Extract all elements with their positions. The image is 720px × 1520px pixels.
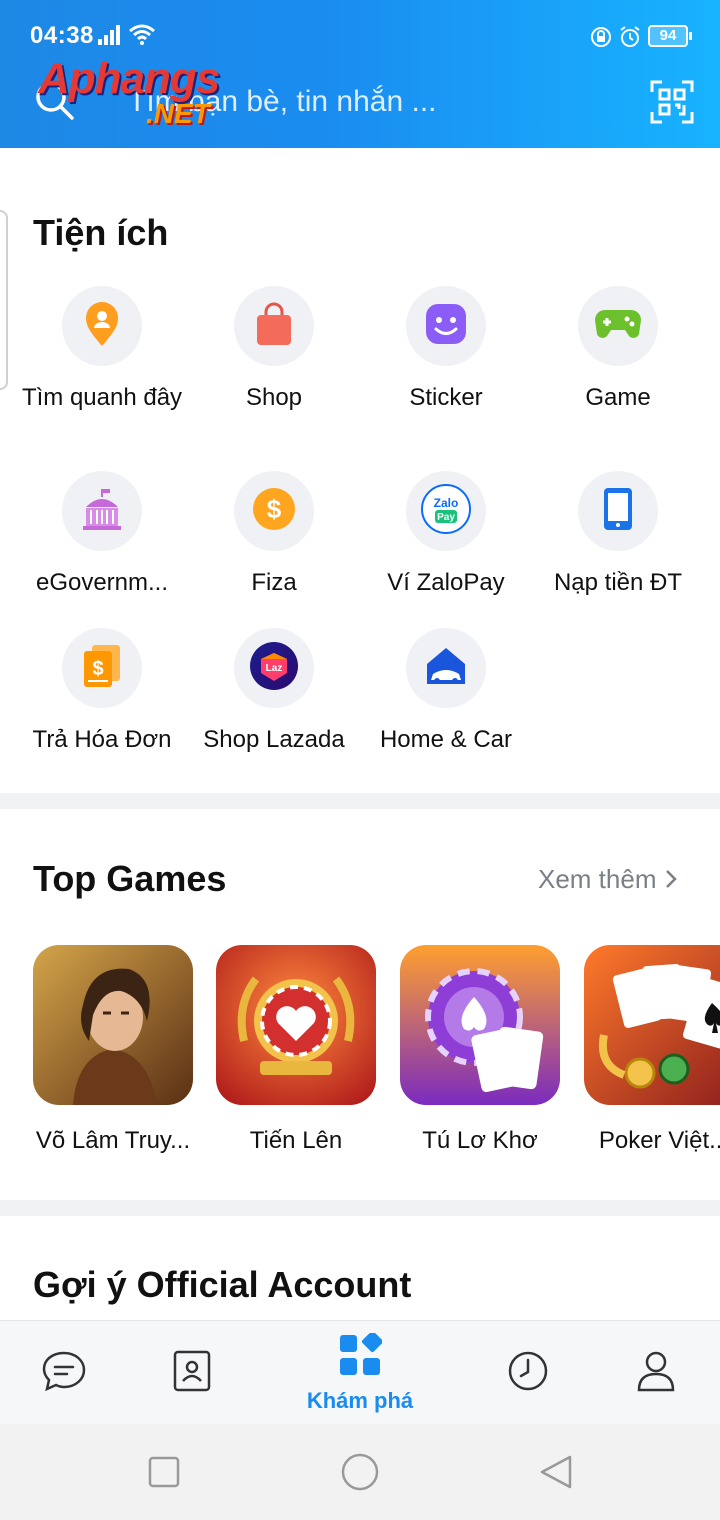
nav-timeline[interactable] <box>482 1321 574 1425</box>
utility-icon-bg <box>578 286 658 366</box>
utility-label: Game <box>585 384 651 411</box>
official-account-title: Gợi ý Official Account <box>33 1264 412 1305</box>
signal-icon <box>98 25 122 50</box>
clock-icon <box>507 1350 549 1397</box>
utility-label: Tìm quanh đây <box>21 384 183 411</box>
utility-tile-fiza[interactable]: $ Fiza <box>188 471 360 597</box>
utility-tile-zalopay[interactable]: Zalo Pay Ví ZaloPay <box>360 471 532 597</box>
utility-label: Ví ZaloPay <box>387 569 505 596</box>
section-divider <box>0 1200 720 1216</box>
utility-icon-bg <box>62 286 142 366</box>
alarm-icon <box>618 25 642 54</box>
utility-tile-game[interactable]: Game <box>532 286 704 412</box>
section-divider <box>0 793 720 809</box>
bottom-navigation: Khám phá <box>0 1320 720 1424</box>
utility-label: Shop <box>245 384 303 411</box>
battery-indicator: 94 <box>648 25 692 47</box>
watermark-text: Aphangs <box>38 54 220 103</box>
phone-icon <box>603 487 633 536</box>
utility-icon-bg: Zalo Pay <box>406 471 486 551</box>
lazada-text: Laz <box>266 663 283 674</box>
shopping-bag-icon <box>254 302 294 351</box>
utility-tile-shop[interactable]: Shop <box>188 286 360 412</box>
game-thumbnail <box>584 945 720 1105</box>
game-thumbnail <box>216 945 376 1105</box>
utility-tile-topup[interactable]: Nạp tiền ĐT <box>532 471 704 597</box>
nav-profile[interactable] <box>610 1321 702 1425</box>
utility-tile-lazada[interactable]: Laz Shop Lazada <box>188 628 360 754</box>
utility-tile-egovernment[interactable]: eGovernm... <box>16 471 188 597</box>
utilities-title: Tiện ích <box>33 212 169 253</box>
home-button-icon[interactable] <box>340 1452 380 1497</box>
utility-icon-bg <box>234 286 314 366</box>
status-time: 04:38 <box>30 22 94 49</box>
watermark-suffix: .NET <box>146 98 210 129</box>
game-card-tu-lo-kho[interactable]: Tú Lơ Khơ <box>400 945 560 1155</box>
game-card-poker[interactable]: Poker Việt... <box>584 945 720 1155</box>
game-card-vo-lam[interactable]: Võ Lâm Truy... <box>33 945 193 1155</box>
see-more-link[interactable]: Xem thêm <box>538 864 677 895</box>
game-thumbnail <box>33 945 193 1105</box>
game-label: Tú Lơ Khơ <box>422 1127 538 1154</box>
utility-tile-nearby[interactable]: Tìm quanh đây <box>16 286 188 412</box>
chat-bubble-icon <box>41 1350 87 1397</box>
utility-label: Sticker <box>409 384 483 411</box>
dollar-coin-icon: $ <box>251 486 297 537</box>
gamepad-icon <box>593 306 643 347</box>
utility-label: eGovernm... <box>35 569 169 596</box>
nav-messages[interactable] <box>18 1321 110 1425</box>
utility-icon-bg: $ <box>234 471 314 551</box>
utility-label: Trả Hóa Đơn <box>32 726 172 753</box>
game-label: Poker Việt... <box>598 1127 720 1154</box>
watermark-logo: Aphangs .NET <box>38 54 258 138</box>
rotation-lock-icon <box>590 26 612 53</box>
lazada-icon: Laz <box>249 641 299 696</box>
system-navigation-bar <box>0 1424 720 1520</box>
person-icon <box>636 1350 676 1397</box>
utility-icon-bg <box>406 286 486 366</box>
top-games-title: Top Games <box>33 858 227 899</box>
home-car-icon <box>423 644 469 693</box>
svg-text:$: $ <box>267 494 282 524</box>
utility-label: Home & Car <box>379 726 513 753</box>
game-thumbnail <box>400 945 560 1105</box>
status-bar: 04:38 94 <box>0 0 720 54</box>
nav-contacts[interactable] <box>146 1321 238 1425</box>
nav-discover-label: Khám phá <box>306 1387 414 1413</box>
sticker-face-icon <box>424 302 468 351</box>
discover-grid-icon <box>338 1330 383 1382</box>
utility-label: Nạp tiền ĐT <box>553 569 683 596</box>
utility-icon-bg <box>578 471 658 551</box>
back-button-icon[interactable] <box>538 1454 574 1495</box>
utility-icon-bg: $ <box>62 628 142 708</box>
utility-tile-bills[interactable]: $ Trả Hóa Đơn <box>16 628 188 754</box>
recent-apps-icon[interactable] <box>148 1456 180 1493</box>
government-building-icon <box>80 487 124 536</box>
utility-tile-sticker[interactable]: Sticker <box>360 286 532 412</box>
location-pin-icon <box>82 300 122 353</box>
game-card-tien-len[interactable]: Tiến Lên <box>216 945 376 1155</box>
chevron-right-icon <box>666 870 677 888</box>
utility-label: Shop Lazada <box>203 726 345 753</box>
zalopay-subtext: Pay <box>437 512 455 523</box>
see-more-label: Xem thêm <box>538 864 657 894</box>
side-drawer-handle[interactable] <box>0 210 8 390</box>
app-header: 04:38 94 Aphangs .NET <box>0 0 720 148</box>
zalopay-icon: Zalo Pay <box>421 483 471 539</box>
game-label: Võ Lâm Truy... <box>35 1127 191 1154</box>
zalopay-text: Zalo <box>434 496 459 510</box>
utility-icon-bg: Laz <box>234 628 314 708</box>
utility-label: Fiza <box>251 569 297 596</box>
svg-text:$: $ <box>92 658 103 680</box>
utility-icon-bg <box>406 628 486 708</box>
qr-scan-icon[interactable] <box>650 80 694 129</box>
nav-discover[interactable]: Khám phá <box>300 1321 420 1425</box>
wifi-icon <box>128 23 156 50</box>
contacts-icon <box>173 1350 211 1397</box>
game-label: Tiến Lên <box>249 1127 343 1154</box>
utility-icon-bg <box>62 471 142 551</box>
bill-icon: $ <box>82 643 122 694</box>
utility-tile-home-car[interactable]: Home & Car <box>360 628 532 754</box>
